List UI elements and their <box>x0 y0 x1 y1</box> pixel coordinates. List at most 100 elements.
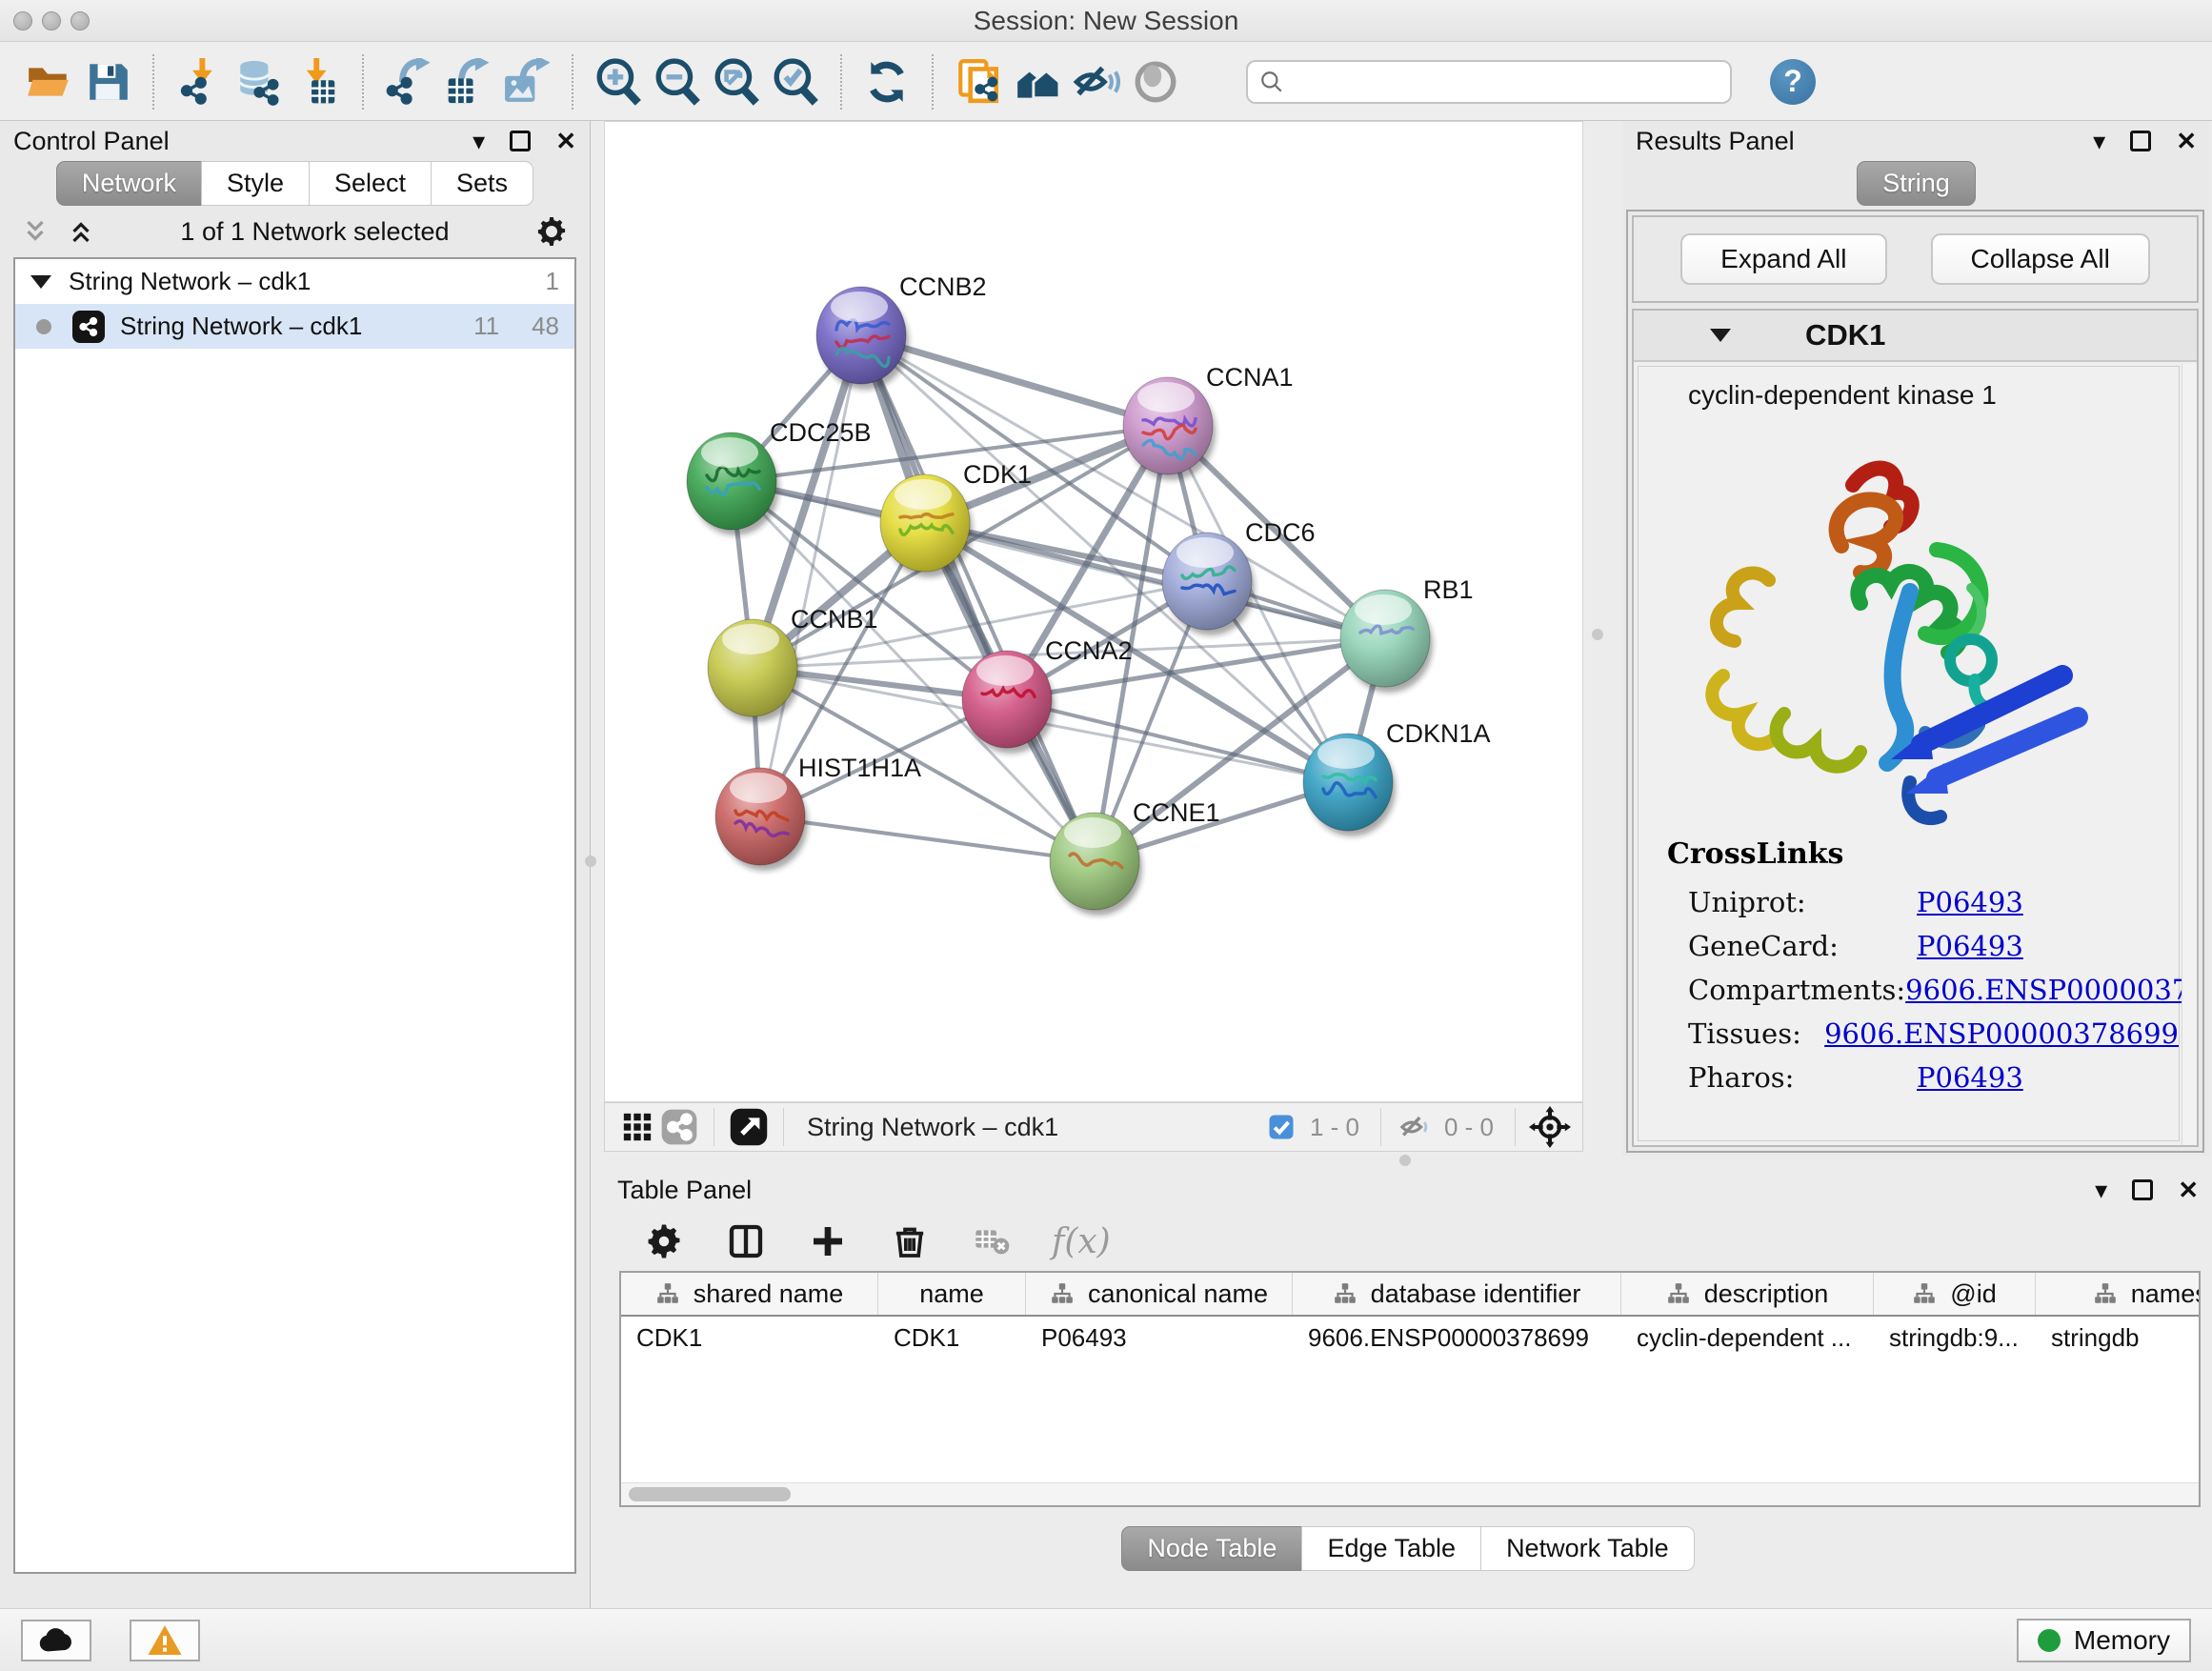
network-row[interactable]: String Network – cdk1 11 48 <box>15 304 574 349</box>
tab-network-table[interactable]: Network Table <box>1480 1526 1695 1571</box>
node-label: CDC6 <box>1245 518 1316 547</box>
node-CDKN1A[interactable]: CDKN1A <box>1303 719 1491 836</box>
column-header-description[interactable]: description <box>1621 1273 1874 1315</box>
network-canvas[interactable]: CCNB2CCNA1CDC25BCDK1CDC6RB1CCNB1CCNA2CDK… <box>604 121 1583 1102</box>
close-panel-icon[interactable]: ✕ <box>2176 129 2197 153</box>
string-import-button[interactable] <box>949 52 1008 111</box>
hidden-eye-icon[interactable] <box>1395 1106 1437 1148</box>
zoom-fit-button[interactable] <box>707 52 766 111</box>
search-input[interactable] <box>1294 67 1719 96</box>
zoom-out-button[interactable] <box>648 52 707 111</box>
birdseye-view-button[interactable] <box>728 1106 770 1148</box>
table-row[interactable]: CDK1CDK1P064939606.ENSP00000378699cyclin… <box>621 1317 2199 1359</box>
home-button[interactable] <box>1008 52 1067 111</box>
collection-expand-icon[interactable] <box>30 275 51 289</box>
float-panel-icon[interactable] <box>510 131 531 151</box>
table-hscrollbar-thumb[interactable] <box>629 1487 791 1501</box>
column-header-database-identifier[interactable]: database identifier <box>1293 1273 1621 1315</box>
view-grid-button[interactable] <box>616 1106 658 1148</box>
edge-HIST1H1A-CCNE1[interactable] <box>760 816 1095 861</box>
refresh-button[interactable] <box>857 52 916 111</box>
left-splitter-handle[interactable] <box>585 856 596 867</box>
right-splitter-handle[interactable] <box>1592 629 1603 640</box>
export-network-button[interactable] <box>379 52 438 111</box>
crosslink-value-link[interactable]: P06493 <box>1917 1061 2023 1094</box>
table-cell[interactable]: stringdb <box>2036 1317 2201 1359</box>
import-table-button[interactable] <box>288 52 347 111</box>
expand-all-button[interactable]: Expand All <box>1680 233 1886 285</box>
node-entry-header[interactable]: CDK1 <box>1634 311 2197 362</box>
import-network-button[interactable] <box>170 52 229 111</box>
table-cell[interactable]: cyclin-dependent ... <box>1621 1317 1874 1359</box>
import-network-database-button[interactable] <box>229 52 288 111</box>
table-cell[interactable]: CDK1 <box>878 1317 1026 1359</box>
entry-expand-icon[interactable] <box>1710 329 1731 342</box>
help-button[interactable]: ? <box>1770 59 1816 105</box>
network-collection-row[interactable]: String Network – cdk1 1 <box>15 259 574 304</box>
tab-select[interactable]: Select <box>309 161 432 206</box>
table-hscrollbar[interactable] <box>621 1482 2199 1505</box>
delete-column-icon[interactable] <box>888 1219 932 1263</box>
warnings-button[interactable] <box>130 1620 200 1661</box>
float-panel-icon[interactable] <box>2130 131 2151 151</box>
pan-crosshair-button[interactable] <box>1529 1106 1571 1148</box>
tab-node-table[interactable]: Node Table <box>1121 1526 1302 1571</box>
window-controls[interactable] <box>13 11 90 30</box>
tab-string[interactable]: String <box>1857 161 1976 206</box>
zoom-in-button[interactable] <box>589 52 648 111</box>
tab-edge-table[interactable]: Edge Table <box>1301 1526 1481 1571</box>
export-image-icon <box>503 58 551 106</box>
show-columns-icon[interactable] <box>724 1219 768 1263</box>
memory-button[interactable]: Memory <box>2017 1619 2191 1662</box>
export-table-button[interactable] <box>438 52 497 111</box>
cloud-status-button[interactable] <box>21 1620 91 1661</box>
column-header-namespace[interactable]: namespace <box>2036 1273 2201 1315</box>
column-header-canonical-name[interactable]: canonical name <box>1026 1273 1293 1315</box>
column-header-shared-name[interactable]: shared name <box>621 1273 878 1315</box>
network-options-gear-icon[interactable] <box>534 214 569 249</box>
column-header-name[interactable]: name <box>878 1273 1026 1315</box>
table-cell[interactable]: CDK1 <box>621 1317 878 1359</box>
add-column-icon[interactable] <box>806 1219 850 1263</box>
expand-all-tree-icon[interactable] <box>21 217 50 246</box>
edge-CCNB2-CCNE1[interactable] <box>861 335 1095 861</box>
tab-sets[interactable]: Sets <box>431 161 533 206</box>
close-panel-icon[interactable]: ✕ <box>555 129 576 153</box>
open-session-button[interactable] <box>19 52 78 111</box>
edge-CCNB2-HIST1H1A[interactable] <box>760 335 861 816</box>
minimize-window-icon[interactable] <box>42 11 61 30</box>
collapse-all-button[interactable]: Collapse All <box>1931 233 2150 285</box>
table-cell[interactable]: P06493 <box>1026 1317 1293 1359</box>
tab-network[interactable]: Network <box>56 161 202 206</box>
crosslink-value-link[interactable]: 9606.ENSP00000378699 <box>1905 974 2199 1006</box>
maximize-window-icon[interactable] <box>70 11 90 30</box>
node-RB1[interactable]: RB1 <box>1340 575 1474 693</box>
close-panel-icon[interactable]: ✕ <box>2178 1178 2199 1202</box>
table-settings-gear-icon[interactable] <box>642 1219 686 1263</box>
table-cell[interactable]: stringdb:9... <box>1874 1317 2036 1359</box>
column-header-@id[interactable]: @id <box>1874 1273 2036 1315</box>
close-window-icon[interactable] <box>13 11 32 30</box>
save-session-button[interactable] <box>78 52 137 111</box>
collapse-panel-icon[interactable]: ▾ <box>2095 1178 2107 1202</box>
preview-button[interactable] <box>1126 52 1185 111</box>
zoom-selected-button[interactable] <box>766 52 825 111</box>
selected-checkbox[interactable] <box>1260 1106 1302 1148</box>
collapse-all-tree-icon[interactable] <box>67 217 95 246</box>
collapse-panel-icon[interactable]: ▾ <box>2093 129 2105 153</box>
export-image-button[interactable] <box>497 52 556 111</box>
crosslink-value-link[interactable]: P06493 <box>1917 930 2023 962</box>
table-cell[interactable]: 9606.ENSP00000378699 <box>1293 1317 1621 1359</box>
collapse-panel-icon[interactable]: ▾ <box>473 129 485 153</box>
results-scrollbar[interactable] <box>2182 364 2197 1145</box>
node-HIST1H1A[interactable]: HIST1H1A <box>715 754 921 871</box>
node-CDC6[interactable]: CDC6 <box>1162 518 1316 635</box>
view-network-button[interactable] <box>658 1106 700 1148</box>
horizontal-splitter-handle[interactable] <box>1399 1155 1411 1166</box>
show-hide-panels-button[interactable] <box>1067 52 1126 111</box>
float-panel-icon[interactable] <box>2132 1179 2153 1200</box>
crosslink-value-link[interactable]: P06493 <box>1917 886 2023 918</box>
crosslink-row: Tissues:9606.ENSP00000378699 <box>1688 1012 2179 1056</box>
tab-style[interactable]: Style <box>201 161 310 206</box>
crosslink-value-link[interactable]: 9606.ENSP00000378699 <box>1824 1017 2179 1050</box>
